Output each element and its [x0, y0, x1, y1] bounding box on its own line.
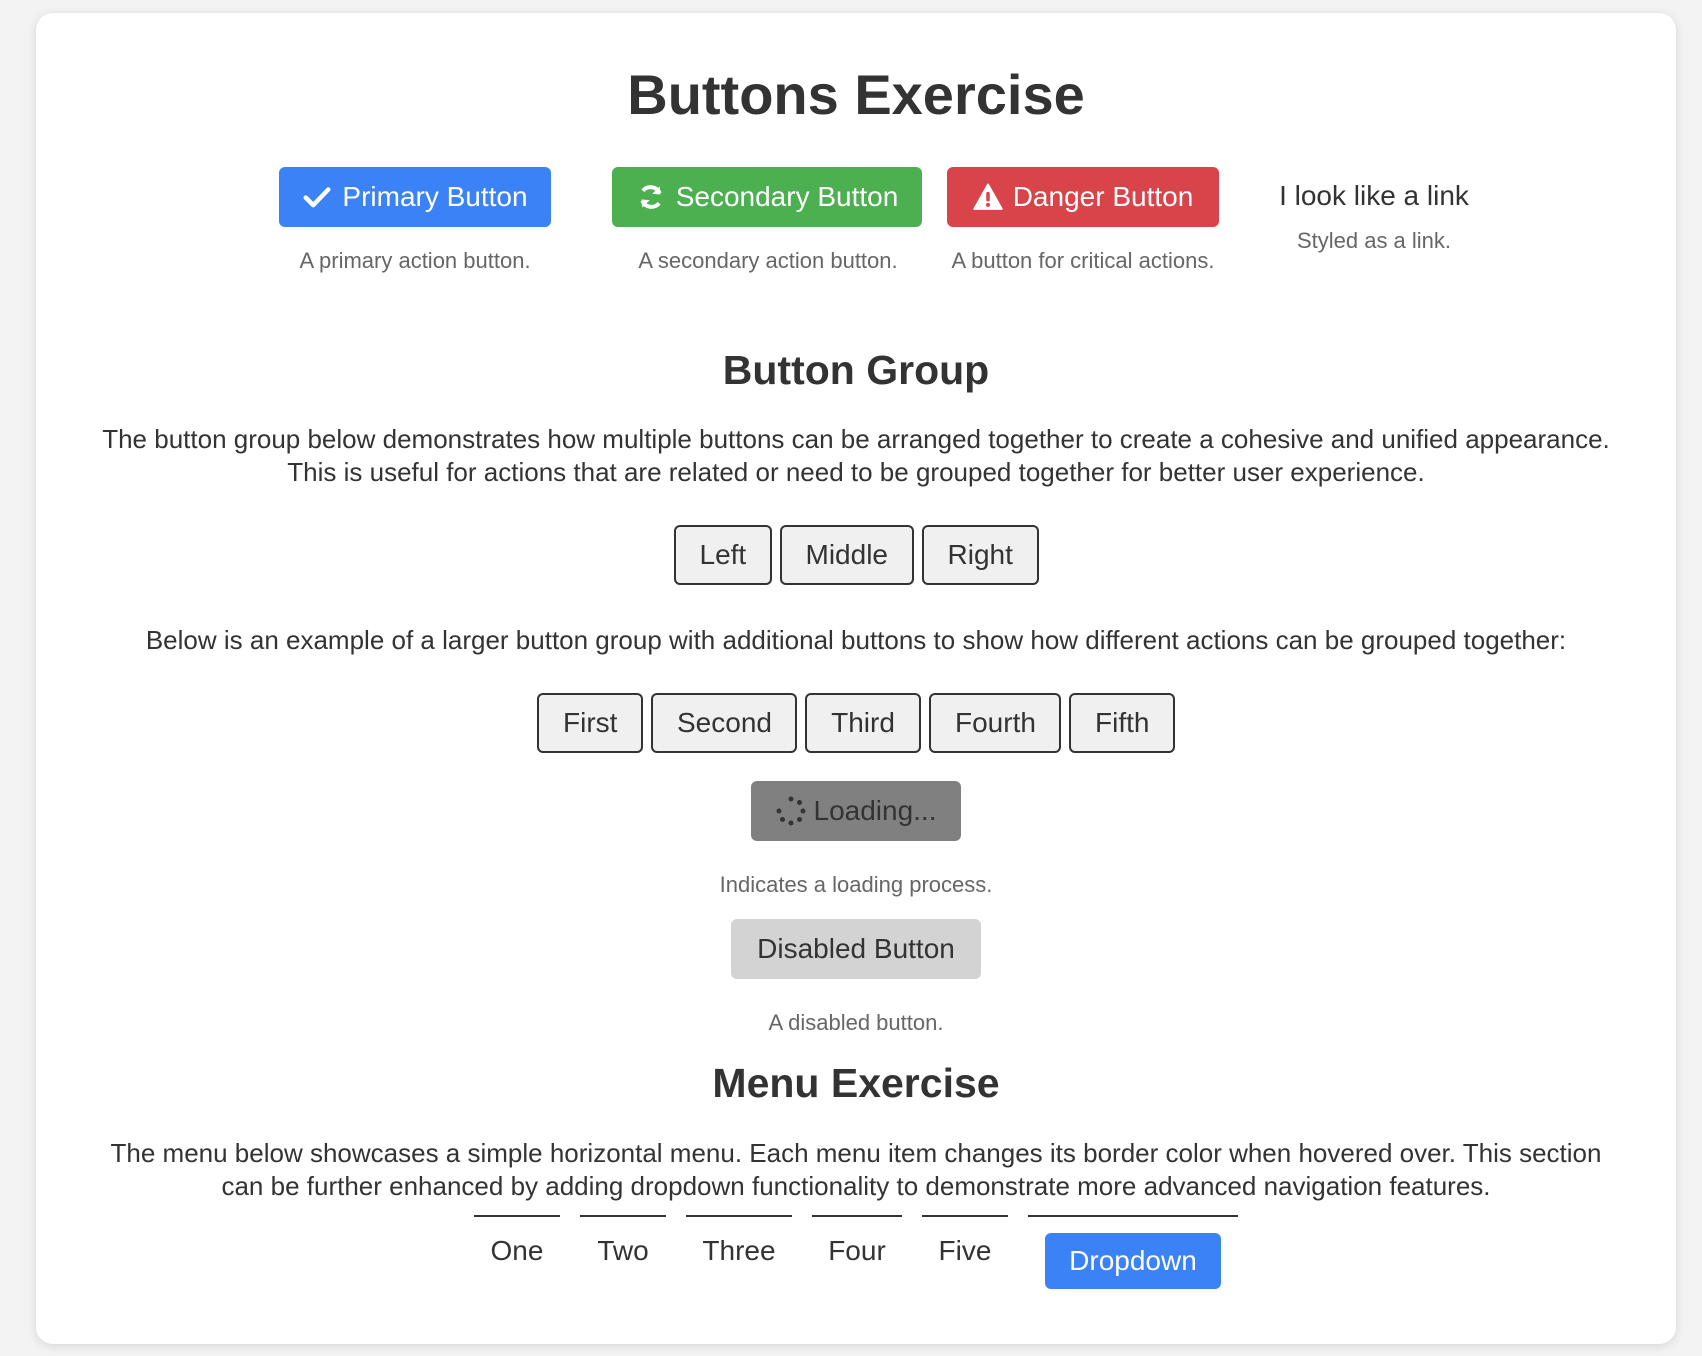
link-button-caption: Styled as a link. [1296, 228, 1452, 253]
menu-exercise-title: Menu Exercise [712, 1060, 1000, 1106]
menu-item-five[interactable]: Five [922, 1215, 1008, 1289]
group-button-third[interactable]: Third [805, 693, 921, 753]
button-group-title: Button Group [722, 347, 990, 393]
loading-caption: Indicates a loading process. [719, 872, 993, 897]
page-title: Buttons Exercise [627, 63, 1085, 126]
danger-button-label: Danger Button [1012, 181, 1194, 212]
large-group-intro: Below is an example of a larger button g… [145, 625, 1567, 655]
refresh-icon [640, 185, 662, 209]
loading-button-label: Loading... [813, 795, 937, 826]
group-button-right[interactable]: Right [921, 525, 1039, 585]
content-card: Buttons Exercise Primary Button A primar… [36, 13, 1676, 1344]
primary-button-label: Primary Button [342, 181, 528, 212]
group-button-fourth[interactable]: Fourth [929, 693, 1061, 753]
menu-item-three[interactable]: Three [686, 1215, 792, 1289]
primary-button-caption: A primary action button. [299, 248, 531, 273]
disabled-button: Disabled Button [731, 919, 981, 979]
primary-button-block: Primary Button A primary action button. [243, 167, 551, 275]
link-style-button[interactable]: I look like a link [1259, 179, 1489, 213]
small-button-group: Left Middle Right [36, 525, 1676, 585]
spinner-icon [776, 796, 805, 826]
warning-icon [973, 183, 1003, 210]
group-button-left[interactable]: Left [673, 525, 772, 585]
button-group-description: The button group below demonstrates how … [102, 424, 1610, 487]
check-icon [303, 187, 331, 208]
secondary-button[interactable]: Secondary Button [612, 167, 922, 227]
menu-item-one[interactable]: One [474, 1215, 560, 1289]
menu-item-four[interactable]: Four [812, 1215, 902, 1289]
danger-button-caption: A button for critical actions. [951, 248, 1215, 273]
horizontal-menu: One Two Three Four Five Dropdown [36, 1215, 1676, 1289]
link-button-block: I look like a link Styled as a link. [1259, 179, 1489, 255]
secondary-button-label: Secondary Button [675, 181, 899, 212]
disabled-caption: A disabled button. [768, 1010, 944, 1035]
secondary-button-caption: A secondary action button. [638, 248, 898, 273]
loading-button[interactable]: Loading... [751, 781, 961, 841]
menu-item-dropdown: Dropdown [1028, 1215, 1238, 1289]
group-button-middle[interactable]: Middle [779, 525, 914, 585]
group-button-fifth[interactable]: Fifth [1069, 693, 1175, 753]
danger-button-block: Danger Button A button for critical acti… [936, 167, 1266, 275]
danger-button[interactable]: Danger Button [947, 167, 1219, 227]
group-button-second[interactable]: Second [651, 693, 797, 753]
menu-item-two[interactable]: Two [580, 1215, 666, 1289]
dropdown-button[interactable]: Dropdown [1045, 1233, 1221, 1289]
menu-description: The menu below showcases a simple horizo… [110, 1138, 1602, 1201]
large-button-group: First Second Third Fourth Fifth [36, 693, 1676, 753]
secondary-button-block: Secondary Button A secondary action butt… [576, 167, 922, 275]
group-button-first[interactable]: First [537, 693, 643, 753]
primary-button[interactable]: Primary Button [279, 167, 551, 227]
